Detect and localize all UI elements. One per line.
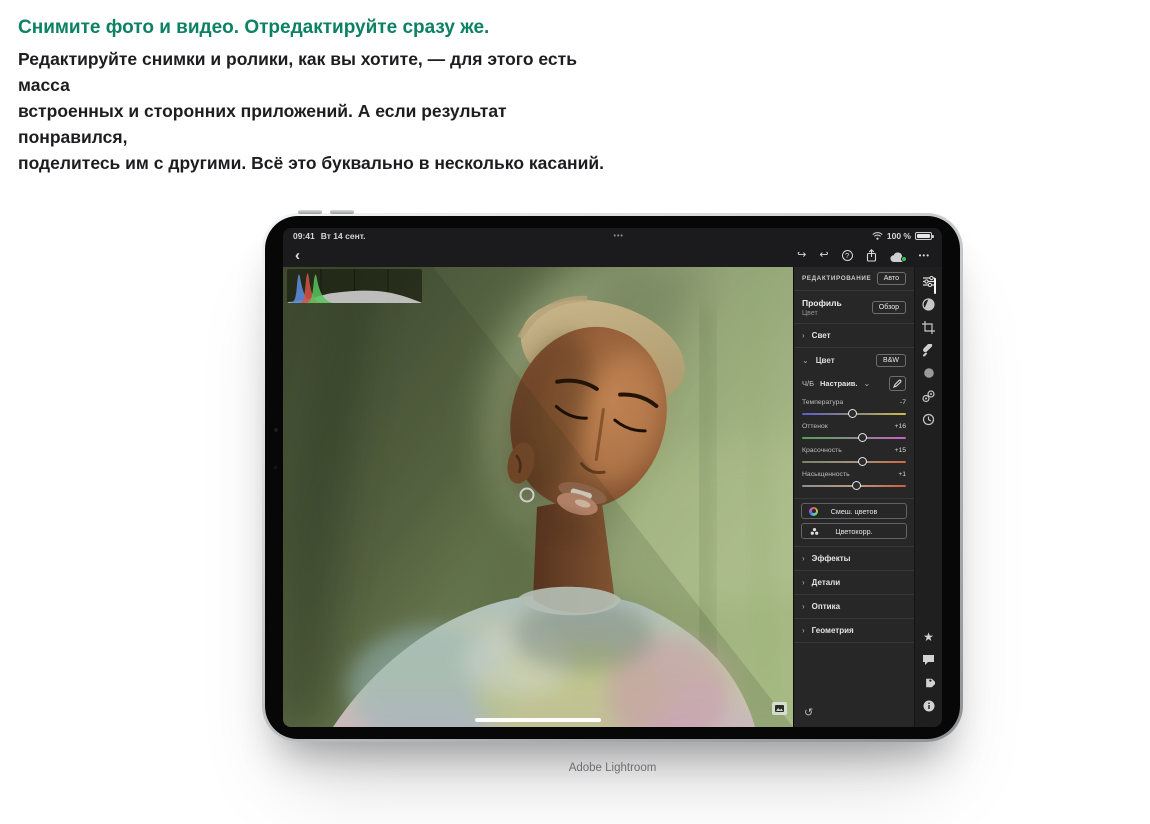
- multitask-dots-icon: •••: [365, 233, 871, 240]
- body-line: встроенных и сторонних приложений. А есл…: [18, 98, 618, 150]
- undo-icon[interactable]: ↩: [819, 250, 828, 261]
- color-grading-icon: [810, 527, 819, 536]
- redo-icon[interactable]: ↪: [797, 250, 806, 261]
- back-button[interactable]: ‹: [295, 248, 300, 263]
- panel-section-details[interactable]: › Детали: [794, 571, 914, 595]
- chevron-right-icon: ›: [802, 331, 805, 340]
- keyword-tag-icon[interactable]: [921, 675, 937, 691]
- battery-percent: 100 %: [887, 231, 911, 241]
- chevron-right-icon: ›: [802, 626, 805, 635]
- slider-row[interactable]: Насыщенность+1: [802, 471, 906, 492]
- crop-icon[interactable]: [921, 319, 937, 335]
- chevron-right-icon: ›: [802, 578, 805, 587]
- slider-knob[interactable]: [858, 433, 867, 442]
- browse-button[interactable]: Обзор: [872, 301, 906, 314]
- date: Вт 14 сент.: [321, 231, 366, 241]
- slider-group: Температура-7 Оттенок+16 Красочность+15: [794, 395, 914, 499]
- body-line: Редактируйте снимки и ролики, как вы хот…: [18, 46, 618, 98]
- slider-track[interactable]: [802, 461, 906, 463]
- panel-section-geometry[interactable]: › Геометрия: [794, 619, 914, 643]
- page: Снимите фото и видео. Отредактируйте сра…: [0, 0, 1150, 824]
- eyedropper-button[interactable]: [889, 376, 906, 391]
- status-bar: 09:41 Вт 14 сент. ••• 100 %: [283, 228, 942, 244]
- photo-canvas[interactable]: [283, 267, 793, 727]
- ipad-device: 09:41 Вт 14 сент. ••• 100 % ‹: [262, 213, 963, 742]
- panel-section-color[interactable]: ⌄ Цвет B&W: [794, 348, 914, 372]
- chevron-down-icon: ⌄: [802, 356, 809, 365]
- battery-icon: [915, 232, 932, 240]
- edit-sliders-icon[interactable]: [921, 273, 937, 289]
- panel-section-effects[interactable]: › Эффекты: [794, 547, 914, 571]
- help-icon[interactable]: ?: [842, 250, 853, 261]
- bw-button[interactable]: B&W: [876, 354, 906, 367]
- chevron-right-icon: ›: [802, 554, 805, 563]
- panel-section-light[interactable]: › Свет: [794, 324, 914, 348]
- slider-row[interactable]: Красочность+15: [802, 447, 906, 468]
- panel-section-optics[interactable]: › Оптика: [794, 595, 914, 619]
- bw-mix-row: Ч/Б Настраив. ⌄: [794, 372, 914, 395]
- slider-knob[interactable]: [858, 457, 867, 466]
- profile-row: Профиль Цвет Обзор: [794, 291, 914, 324]
- portrait-photo: [283, 267, 793, 727]
- front-camera: [274, 428, 278, 432]
- more-icon[interactable]: •••: [919, 252, 930, 260]
- slider-row[interactable]: Температура-7: [802, 399, 906, 420]
- intro-copy: Снимите фото и видео. Отредактируйте сра…: [18, 14, 618, 176]
- profile-sub: Цвет: [802, 310, 842, 317]
- color-grading-button[interactable]: Цветокорр.: [801, 523, 907, 539]
- volume-up-button: [298, 210, 322, 214]
- body-line: поделитесь им с другими. Всё это букваль…: [18, 150, 618, 176]
- versions-icon[interactable]: [921, 388, 937, 404]
- tool-rail: ★: [914, 267, 942, 727]
- slider-knob[interactable]: [848, 409, 857, 418]
- cloud-sync-icon[interactable]: [890, 250, 906, 261]
- auto-button[interactable]: Авто: [877, 272, 906, 285]
- sync-ok-badge: [901, 256, 907, 262]
- selected-tool-indicator: [934, 278, 936, 294]
- history-icon[interactable]: [921, 411, 937, 427]
- volume-down-button: [330, 210, 354, 214]
- headline: Снимите фото и видео. Отредактируйте сра…: [18, 14, 618, 41]
- panel-title: РЕДАКТИРОВАНИЕ: [802, 275, 871, 282]
- bw-label: Ч/Б: [802, 379, 814, 388]
- dropdown-caret-icon: ⌄: [864, 379, 871, 388]
- info-icon[interactable]: [921, 698, 937, 714]
- chevron-right-icon: ›: [802, 602, 805, 611]
- rating-star-icon[interactable]: ★: [921, 629, 937, 645]
- clock: 09:41: [293, 231, 315, 241]
- ipad-screen: 09:41 Вт 14 сент. ••• 100 % ‹: [283, 228, 942, 727]
- reset-icon[interactable]: ↺: [804, 708, 813, 719]
- app-toolbar: ‹ ↪ ↩ ? •••: [283, 244, 942, 267]
- before-after-icon[interactable]: [772, 702, 787, 715]
- camera-sensor: [274, 466, 277, 469]
- bw-dropdown[interactable]: Настраив.: [820, 379, 858, 388]
- share-icon[interactable]: [866, 249, 877, 262]
- color-wheel-icon: [809, 507, 818, 516]
- presets-icon[interactable]: [921, 296, 937, 312]
- histogram[interactable]: [287, 269, 422, 303]
- brush-icon[interactable]: [921, 342, 937, 358]
- slider-row[interactable]: Оттенок+16: [802, 423, 906, 444]
- profile-label: Профиль: [802, 298, 842, 308]
- healing-icon[interactable]: [921, 365, 937, 381]
- home-indicator[interactable]: [475, 718, 601, 722]
- slider-knob[interactable]: [852, 481, 861, 490]
- edit-panel: РЕДАКТИРОВАНИЕ Авто Профиль Цвет Обзор ›…: [793, 267, 914, 727]
- device-caption: Adobe Lightroom: [262, 762, 963, 774]
- wifi-icon: [872, 232, 883, 240]
- comment-icon[interactable]: [921, 652, 937, 668]
- body-text: Редактируйте снимки и ролики, как вы хот…: [18, 46, 618, 176]
- slider-track[interactable]: [802, 437, 906, 439]
- color-mix-button[interactable]: Смеш. цветов: [801, 503, 907, 519]
